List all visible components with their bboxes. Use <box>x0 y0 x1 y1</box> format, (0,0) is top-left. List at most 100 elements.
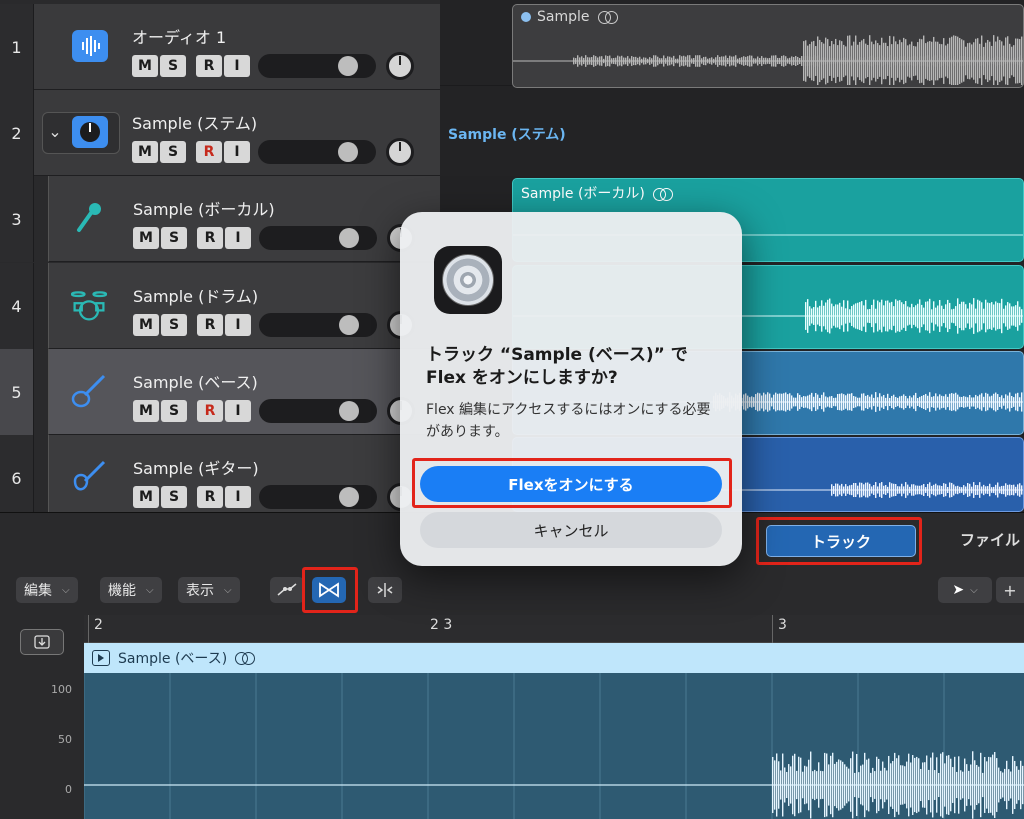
slider-thumb[interactable] <box>339 315 359 335</box>
editor-region-header[interactable]: Sample (ベース) <box>84 643 1024 673</box>
solo-button[interactable]: S <box>161 227 187 249</box>
ruler-beat-label: 2 3 <box>430 617 453 633</box>
function-menu[interactable]: 機能 ⌵ <box>100 577 162 603</box>
record-button[interactable]: R <box>197 400 223 422</box>
volume-slider[interactable] <box>259 485 377 509</box>
flex-icon <box>319 582 339 598</box>
track-header[interactable]: Sample (ギター) M S R I <box>48 435 440 512</box>
track-row[interactable]: 2 ⌄ Sample (ステム) M S R I <box>0 90 440 176</box>
catch-content-button[interactable] <box>20 629 64 655</box>
track-header[interactable]: ⌄ Sample (ステム) M S R I <box>34 90 440 176</box>
input-monitor-button[interactable]: I <box>225 486 251 508</box>
solo-button[interactable]: S <box>161 400 187 422</box>
record-button[interactable]: R <box>196 55 222 77</box>
flex-button[interactable] <box>312 577 346 603</box>
region-dot-icon <box>521 12 531 22</box>
track-row[interactable]: 4 Sample (ドラム) M S R I <box>0 263 440 349</box>
record-button[interactable]: R <box>197 486 223 508</box>
waveform <box>513 35 1023 85</box>
slider-thumb[interactable] <box>339 487 359 507</box>
logic-app-icon <box>434 246 502 314</box>
catch-icon <box>377 583 393 597</box>
catch-button[interactable] <box>368 577 402 603</box>
volume-slider[interactable] <box>258 140 376 164</box>
mute-button[interactable]: M <box>133 314 159 336</box>
input-monitor-button[interactable]: I <box>225 314 251 336</box>
track-name[interactable]: Sample (ベース) <box>133 369 258 393</box>
track-header[interactable]: オーディオ 1 M S R I <box>34 4 440 90</box>
input-monitor-button[interactable]: I <box>224 141 250 163</box>
automation-icon <box>277 583 297 596</box>
track-row-selected[interactable]: 5 Sample (ベース) M S R I <box>0 349 440 435</box>
track-row[interactable]: 6 Sample (ギター) M S R I <box>0 435 440 512</box>
pointer-icon: ➤ <box>952 582 965 598</box>
input-monitor-button[interactable]: I <box>225 227 251 249</box>
record-button[interactable]: R <box>196 141 222 163</box>
pointer-tool-menu[interactable]: ➤ ⌵ <box>938 577 992 603</box>
bar-ruler[interactable]: 2 2 3 3 <box>84 615 1024 643</box>
track-controls: M S R I <box>132 52 414 80</box>
region-label: Sample (ボーカル) <box>521 183 673 203</box>
record-button[interactable]: R <box>197 227 223 249</box>
pan-knob[interactable] <box>386 52 414 80</box>
track-row[interactable]: 1 オーディオ 1 M S R I <box>0 4 440 90</box>
audio-region[interactable]: Sample <box>512 4 1024 88</box>
electric-guitar-icon <box>71 459 107 495</box>
ruler-bar-label: 3 <box>778 617 787 633</box>
pan-knob[interactable] <box>386 138 414 166</box>
mute-button[interactable]: M <box>132 55 158 77</box>
volume-slider[interactable] <box>258 54 376 78</box>
slider-thumb[interactable] <box>338 56 358 76</box>
loop-icon <box>235 652 256 665</box>
record-button[interactable]: R <box>197 314 223 336</box>
mute-button[interactable]: M <box>133 227 159 249</box>
track-number: 5 <box>0 349 34 435</box>
view-menu[interactable]: 表示 ⌵ <box>178 577 240 603</box>
input-monitor-button[interactable]: I <box>225 400 251 422</box>
track-name[interactable]: オーディオ 1 <box>132 24 226 48</box>
track-name[interactable]: Sample (ギター) <box>133 455 259 479</box>
track-lane[interactable]: Sample <box>440 0 1024 88</box>
mute-button[interactable]: M <box>132 141 158 163</box>
solo-button[interactable]: S <box>161 486 187 508</box>
loop-icon <box>652 188 673 201</box>
tab-track[interactable]: トラック <box>766 525 916 557</box>
slider-thumb[interactable] <box>339 228 359 248</box>
crosshair-tool-menu[interactable]: + <box>996 577 1024 603</box>
chevron-down-icon[interactable]: ⌄ <box>40 116 70 146</box>
waveform-icon <box>72 28 108 64</box>
ruler-bar-label: 2 <box>94 617 103 633</box>
cancel-button[interactable]: キャンセル <box>420 512 722 548</box>
solo-button[interactable]: S <box>160 141 186 163</box>
track-header[interactable]: Sample (ドラム) M S R I <box>48 263 440 349</box>
track-header[interactable]: Sample (ベース) M S R I <box>48 349 440 435</box>
tab-file[interactable]: ファイル <box>960 529 1020 550</box>
edit-menu[interactable]: 編集 ⌵ <box>16 577 78 603</box>
y-axis-label: 50 <box>58 733 72 746</box>
volume-slider[interactable] <box>259 313 377 337</box>
slider-thumb[interactable] <box>339 401 359 421</box>
track-name[interactable]: Sample (ドラム) <box>133 283 258 307</box>
turn-on-flex-button[interactable]: Flexをオンにする <box>420 466 722 502</box>
track-name[interactable]: Sample (ステム) <box>132 110 257 134</box>
track-row[interactable]: 3 Sample (ボーカル) M S R I <box>0 176 440 262</box>
editor-region[interactable]: Sample (ベース) <box>84 643 1024 819</box>
mute-button[interactable]: M <box>133 486 159 508</box>
input-monitor-button[interactable]: I <box>224 55 250 77</box>
stem-region-label[interactable]: Sample (ステム) <box>448 124 566 144</box>
editor-region-name: Sample (ベース) <box>118 651 228 667</box>
solo-button[interactable]: S <box>160 55 186 77</box>
automation-button[interactable] <box>270 577 304 603</box>
chevron-down-icon: ⌵ <box>62 584 70 596</box>
volume-slider[interactable] <box>259 226 377 250</box>
mute-button[interactable]: M <box>133 400 159 422</box>
solo-button[interactable]: S <box>161 314 187 336</box>
track-number: 4 <box>0 263 34 349</box>
play-icon[interactable] <box>92 650 110 666</box>
volume-slider[interactable] <box>259 399 377 423</box>
track-header[interactable]: Sample (ボーカル) M S R I <box>48 176 440 262</box>
drum-kit-icon <box>71 287 107 323</box>
track-controls: M S R I <box>133 311 415 339</box>
slider-thumb[interactable] <box>338 142 358 162</box>
track-name[interactable]: Sample (ボーカル) <box>133 196 275 220</box>
